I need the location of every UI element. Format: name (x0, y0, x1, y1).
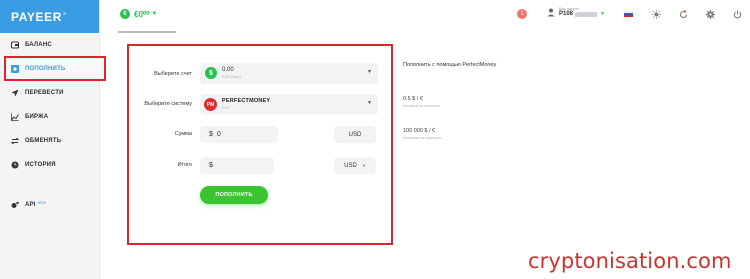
dollar-coin-icon: $ (205, 67, 217, 79)
sidebar-item-label: ПОПОЛНИТЬ (25, 66, 66, 72)
plus-square-icon (10, 65, 19, 74)
perfectmoney-logo-icon: PM (204, 98, 217, 111)
clock-icon (10, 161, 19, 170)
user-id-mask (575, 11, 598, 17)
sidebar-item-deposit[interactable]: ПОПОЛНИТЬ (10, 62, 65, 76)
sidebar-item-api[interactable]: API NEW (10, 198, 46, 212)
logo-text: PAYEER (11, 9, 62, 24)
sidebar-item-balance[interactable]: БАЛАНС (10, 38, 52, 52)
caret-down-icon: ▼ (600, 11, 605, 17)
logo[interactable]: PAYEER ® (0, 0, 99, 33)
sun-icon[interactable] (651, 9, 661, 19)
bank-icon (10, 41, 19, 50)
sidebar-item-swap[interactable]: ОБМЕНЯТЬ (10, 134, 61, 148)
sidebar-item-transfer[interactable]: ПЕРЕВЕСТИ (10, 86, 64, 100)
amount-input[interactable]: $ 0 (200, 126, 278, 143)
amount-currency[interactable]: USD (334, 126, 376, 143)
balance-dropdown[interactable]: € €0⁰⁰ ▼ (120, 9, 157, 19)
system-label: Выберите систему (144, 101, 192, 107)
account-sub: EUR (Евро) (222, 75, 241, 79)
chart-icon (10, 113, 19, 122)
balance-value: €0⁰⁰ (134, 9, 150, 19)
flag-icon[interactable] (623, 9, 633, 19)
currency-symbol: $ (209, 162, 213, 169)
user-id: P108 (559, 11, 574, 17)
sidebar-item-exchange-market[interactable]: БИРЖА (10, 110, 48, 124)
limit-value: 100 000 $ / € (403, 128, 436, 134)
exchange-icon (10, 137, 19, 146)
system-value: PERFECTMONEY (222, 98, 271, 104)
sidebar-item-history[interactable]: ИСТОРИЯ (10, 158, 56, 172)
payment-system-select[interactable]: PM PERFECTMONEY EUR ▼ (200, 94, 378, 115)
sidebar-item-label: ИСТОРИЯ (25, 162, 56, 168)
account-select[interactable]: $ 0.00 EUR (Евро) ▼ (200, 63, 378, 84)
system-sub: EUR (222, 106, 230, 110)
user-icon (547, 8, 555, 17)
total-label: Итого (177, 162, 192, 168)
sidebar-item-label: ОБМЕНЯТЬ (25, 138, 62, 144)
sidebar-item-label: API (25, 202, 36, 208)
total-currency: USD (344, 162, 357, 169)
info-title: Пополнить с помощью PerfectMoney (403, 62, 497, 68)
caret-down-icon: ▼ (151, 11, 158, 17)
total-currency-select[interactable]: USD ▼ (334, 157, 376, 174)
sidebar-item-label: БАЛАНС (25, 42, 52, 48)
gear-icon[interactable] (705, 9, 715, 19)
api-icon (10, 201, 19, 210)
user-menu[interactable]: Ваш аккаунт P108 ▼ (547, 7, 605, 17)
account-value: 0.00 (222, 67, 234, 73)
send-icon (10, 89, 19, 98)
active-tab-underline (118, 31, 176, 33)
watermark: cryptonisation.com (528, 249, 732, 273)
account-label: Выберите счет (154, 71, 192, 77)
fee-value: 0.5 $ / € (403, 96, 423, 102)
power-icon[interactable] (732, 9, 742, 19)
user-id-row: P108 ▼ (559, 11, 605, 17)
sidebar-item-label: БИРЖА (25, 114, 49, 120)
total-field: $ (200, 157, 274, 174)
refresh-icon[interactable] (678, 9, 688, 19)
logo-registered-mark: ® (62, 11, 66, 16)
deposit-button[interactable]: ПОПОЛНИТЬ (200, 186, 268, 204)
euro-coin-icon: € (120, 9, 130, 19)
sidebar: PAYEER ® БАЛАНС ПОПОЛНИТЬ ПЕРЕВЕСТИ БИРЖ… (0, 0, 106, 279)
limit-caption: Максимум за операцию (403, 136, 442, 140)
caret-down-icon: ▼ (361, 163, 366, 168)
notification-badge[interactable]: 1 (517, 9, 527, 19)
caret-down-icon: ▼ (367, 69, 372, 75)
fee-caption: Минимум за операцию (403, 104, 441, 108)
amount-value: 0 (216, 131, 221, 138)
user-info: Ваш аккаунт P108 ▼ (559, 7, 605, 17)
sidebar-item-label: ПЕРЕВЕСТИ (25, 90, 64, 96)
amount-label: Сумма (174, 131, 192, 137)
top-bar: € €0⁰⁰ ▼ 1 Ваш аккаунт P108 ▼ (100, 0, 750, 33)
new-badge: NEW (37, 201, 46, 205)
caret-down-icon: ▼ (367, 100, 372, 106)
currency-symbol: $ (209, 131, 213, 138)
